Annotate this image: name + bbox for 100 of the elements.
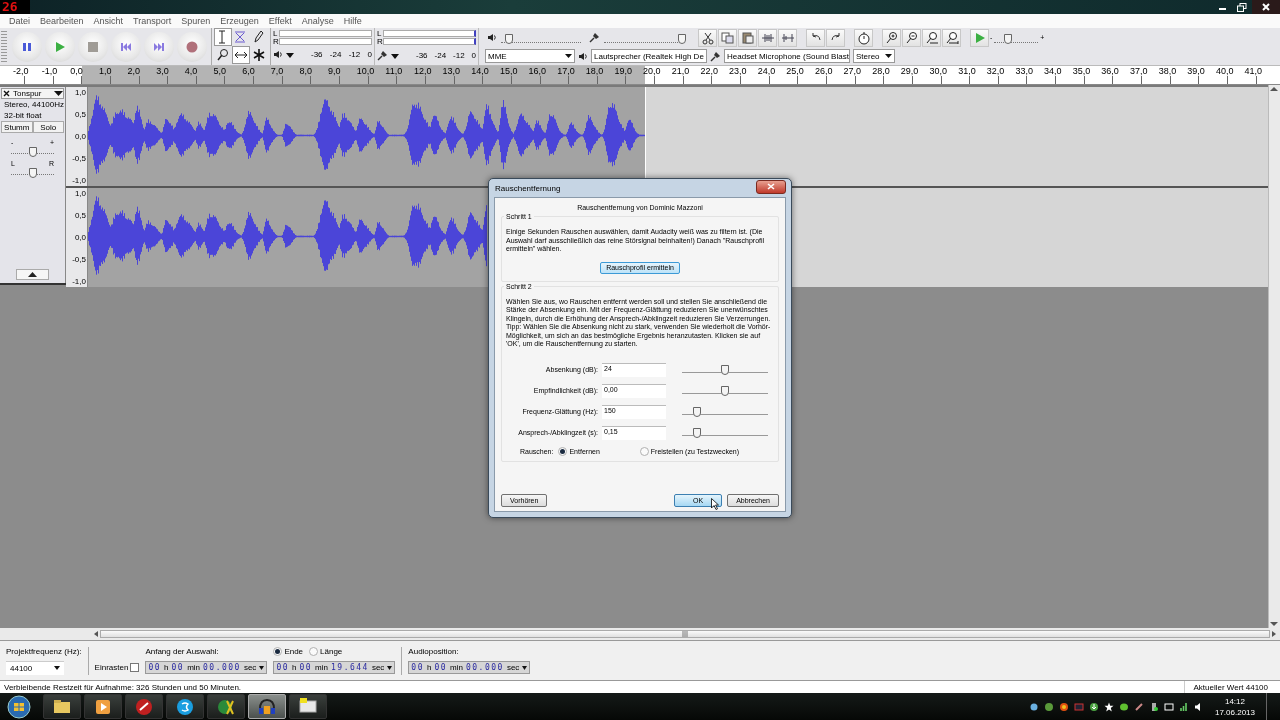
speaker-icon — [487, 33, 497, 42]
start-button[interactable] — [4, 693, 34, 720]
taskbar-button[interactable] — [248, 694, 286, 719]
dropdown-arrow-icon[interactable] — [390, 51, 400, 60]
scale-label: -1,0 — [72, 277, 86, 286]
radio-button[interactable] — [558, 446, 568, 456]
collapse-button[interactable] — [16, 269, 49, 280]
clock-date[interactable]: 17.06.2013 — [1214, 706, 1255, 718]
radio-option[interactable]: Ende — [273, 647, 304, 656]
screen-icon[interactable] — [1073, 701, 1084, 712]
slider-thumb[interactable] — [1003, 33, 1012, 44]
rate-select[interactable]: 44100 — [6, 660, 64, 675]
skip-end-button[interactable] — [144, 31, 174, 62]
parameter-slider[interactable] — [682, 408, 768, 415]
radio-button[interactable] — [639, 446, 649, 456]
slider-thumb[interactable] — [28, 147, 37, 157]
menu-item[interactable]: Hilfe — [338, 16, 367, 26]
download-icon[interactable] — [1088, 701, 1099, 712]
slider-thumb[interactable] — [721, 365, 729, 375]
paste-icon — [740, 30, 755, 45]
mute-button[interactable]: Stumm — [1, 121, 33, 133]
slider-thumb[interactable] — [693, 407, 702, 417]
scroll-left-icon[interactable] — [92, 630, 100, 638]
restore-icon[interactable] — [1237, 2, 1247, 12]
host-select[interactable]: MME — [485, 49, 575, 63]
skip-start-button[interactable] — [111, 31, 141, 62]
slider-thumb[interactable] — [505, 33, 513, 44]
time-field[interactable]: 00 h 00 min 00.000 sec — [408, 661, 531, 674]
edit-button[interactable] — [738, 28, 757, 47]
speaker-icon — [273, 50, 283, 59]
play-button[interactable] — [45, 31, 75, 62]
menu-item[interactable]: Erzeugen — [215, 16, 264, 26]
pause-button[interactable] — [12, 31, 42, 62]
taskbar-button[interactable] — [43, 694, 81, 719]
close-button[interactable] — [756, 179, 786, 194]
menu-item[interactable]: Spuren — [176, 16, 216, 26]
ruler-label: 5,0 — [213, 66, 226, 76]
edit-button[interactable] — [778, 28, 797, 47]
slider-thumb[interactable] — [721, 386, 729, 396]
parameter-slider[interactable] — [682, 387, 768, 394]
signal-icon[interactable] — [1178, 701, 1189, 712]
pan-slider[interactable] — [11, 167, 54, 175]
field-label: Anfang der Auswahl: — [145, 647, 220, 656]
time-field[interactable]: 00 h 00 min 00.000 sec — [145, 661, 268, 674]
time-field[interactable]: 00 h 00 min 19.644 sec — [273, 661, 396, 674]
taskbar-button[interactable] — [166, 694, 204, 719]
output-volume-slider[interactable] — [501, 32, 581, 43]
play-at-speed-button[interactable] — [970, 28, 989, 47]
slider-thumb[interactable] — [693, 428, 702, 438]
menu-item[interactable]: Bearbeiten — [35, 16, 89, 26]
ruler-label: 2,0 — [127, 66, 141, 76]
radio-option[interactable]: Länge — [309, 647, 343, 656]
history-button[interactable] — [826, 28, 845, 47]
parameter-slider[interactable] — [682, 429, 768, 436]
edit-button[interactable] — [758, 28, 777, 47]
zoom-button[interactable] — [902, 28, 921, 47]
microphone-icon — [710, 50, 721, 62]
radio-button[interactable] — [273, 647, 283, 656]
track-info: Stereo, 44100Hz — [3, 99, 64, 110]
sync-lock-button[interactable] — [854, 28, 873, 47]
stop-button[interactable] — [78, 31, 108, 62]
history-button[interactable] — [806, 28, 825, 47]
stopwatch-icon — [856, 30, 871, 45]
tool-button[interactable] — [232, 46, 250, 64]
menu-item[interactable]: Analyse — [296, 16, 339, 26]
gain-slider[interactable] — [11, 146, 54, 154]
ruler-label: 31,0 — [958, 66, 976, 76]
record-button[interactable] — [177, 31, 207, 62]
slider-thumb[interactable] — [678, 33, 686, 44]
taskbar-button[interactable] — [125, 694, 163, 719]
menu-item[interactable]: Effekt — [263, 16, 297, 26]
close-icon[interactable] — [2, 89, 11, 98]
zoom-button[interactable] — [882, 28, 901, 47]
microphone-icon — [377, 50, 388, 61]
slider-thumb[interactable] — [28, 168, 37, 178]
edit-button[interactable] — [718, 28, 737, 47]
zoom-button[interactable] — [922, 28, 941, 47]
ruler-label: 21,0 — [671, 66, 690, 76]
zoom-button[interactable] — [942, 28, 961, 47]
scroll-right-icon[interactable] — [1270, 630, 1278, 638]
taskbar-button[interactable] — [84, 694, 122, 719]
menu-item[interactable]: Ansicht — [88, 16, 129, 26]
taskbar-button[interactable] — [289, 694, 327, 719]
dropdown-arrow-icon[interactable] — [54, 90, 63, 97]
clock-time[interactable]: 14:12 — [1214, 695, 1255, 707]
star-icon[interactable] — [1103, 701, 1114, 712]
collapse-arrow-icon — [28, 272, 37, 277]
channels-select[interactable]: Stereo — [853, 49, 895, 63]
scrollbar-thumb[interactable] — [100, 630, 1270, 638]
solo-button[interactable]: Solo — [32, 121, 64, 133]
snap-checkbox[interactable] — [130, 662, 140, 672]
display-icon[interactable] — [1163, 701, 1174, 712]
menu-item[interactable]: Datei — [4, 16, 35, 26]
parameter-slider[interactable] — [682, 366, 768, 373]
radio-button[interactable] — [309, 647, 319, 656]
edit-button[interactable] — [698, 28, 717, 47]
taskbar-button[interactable] — [207, 694, 245, 719]
dropdown-arrow-icon[interactable] — [285, 50, 295, 59]
menu-item[interactable]: Transport — [128, 16, 177, 26]
play-speed-slider[interactable] — [994, 32, 1039, 43]
